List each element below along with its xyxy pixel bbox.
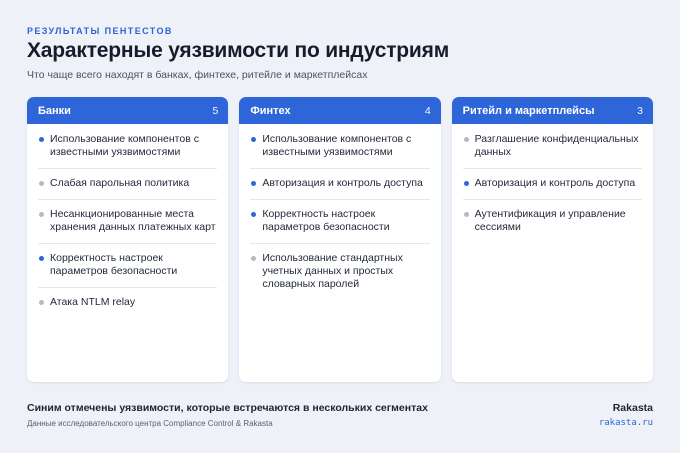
industry-cards: Банки 5 Использование компонентов с изве… [27,97,653,382]
card-title: Финтех [250,104,291,117]
bullet-icon [39,300,44,305]
bullet-icon [251,212,257,217]
card-title: Банки [38,104,71,117]
vulnerability-list: Использование компонентов с известными у… [239,124,440,300]
brand-url[interactable]: rakasta.ru [599,418,653,428]
item-text: Разглашение конфиденциальных данных [474,133,639,158]
bullet-icon [39,137,44,142]
card-header: Финтех 4 [239,97,441,124]
item-text: Использование компонентов с известными у… [262,133,412,158]
bullet-icon [463,181,469,186]
item-text: Авторизация и контроль доступа [474,177,636,189]
brand-name: Rakasta [612,402,653,414]
item-text: Использование стандартных учетных данных… [262,252,403,290]
bullet-icon [39,212,44,217]
card-header: Ритейл и маркетплейсы 3 [451,97,653,124]
list-item: Корректность настроек параметров безопас… [250,200,430,244]
list-item: Авторизация и контроль доступа [462,169,642,200]
bullet-icon [251,137,257,142]
item-text: Несанкционированные места хранения данны… [50,208,216,233]
list-item: Разглашение конфиденциальных данных [462,124,642,169]
list-item: Атака NTLM relay [38,288,217,318]
list-item: Использование компонентов с известными у… [250,124,430,169]
item-text: Корректность настроек параметров безопас… [50,252,178,277]
bullet-icon [39,256,44,261]
list-item: Слабая парольная политика [38,169,218,200]
vulnerability-list: Разглашение конфиденциальных данных Авто… [452,124,653,243]
page-title: Характерные уязвимости по индустриям [27,39,450,62]
bullet-icon [39,181,44,186]
legend-note: Синим отмечены уязвимости, которые встре… [27,402,428,414]
list-item: Использование компонентов с известными у… [38,124,218,169]
card-banks: Банки 5 Использование компонентов с изве… [27,97,229,382]
list-item: Аутентификация и управление сессиями [463,200,642,243]
item-text: Использование компонентов с известными у… [50,133,199,158]
source-note: Данные исследовательского центра Complia… [27,419,273,428]
bullet-icon [463,137,469,142]
item-text: Атака NTLM relay [50,296,136,308]
item-text: Авторизация и контроль доступа [262,177,423,189]
card-title: Ритейл и маркетплейсы [462,104,595,117]
page-subtitle: Что чаще всего находят в банках, финтехе… [27,69,368,81]
bullet-icon [463,212,469,217]
item-text: Слабая парольная политика [50,177,190,189]
list-item: Корректность настроек параметров безопас… [38,244,218,288]
card-header: Банки 5 [27,97,229,124]
card-count: 4 [424,104,431,117]
list-item: Использование стандартных учетных данных… [250,244,429,300]
vulnerability-list: Использование компонентов с известными у… [27,124,228,318]
card-count: 3 [637,104,643,117]
card-count: 5 [212,104,219,117]
card-fintech: Финтех 4 Использование компонентов с изв… [239,97,441,382]
section-eyebrow: РЕЗУЛЬТАТЫ ПЕНТЕСТОВ [27,26,173,36]
bullet-icon [251,256,257,261]
bullet-icon [251,181,257,186]
list-item: Несанкционированные места хранения данны… [38,200,218,244]
item-text: Аутентификация и управление сессиями [474,208,626,233]
list-item: Авторизация и контроль доступа [250,169,430,200]
item-text: Корректность настроек параметров безопас… [262,208,390,233]
card-retail: Ритейл и маркетплейсы 3 Разглашение конф… [451,97,653,382]
